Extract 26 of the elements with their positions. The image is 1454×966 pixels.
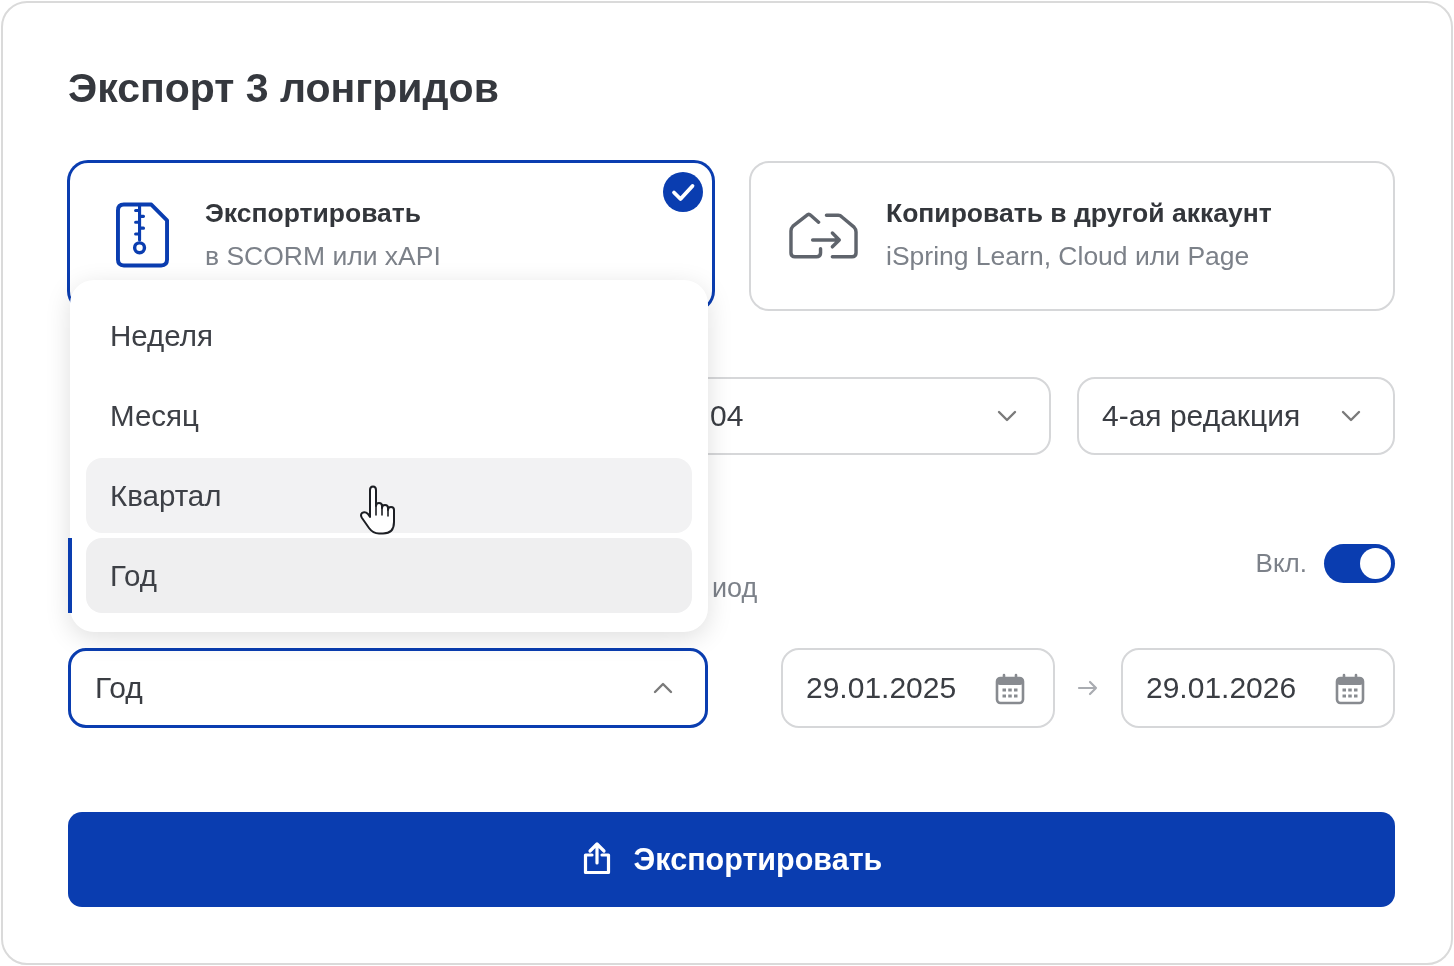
date-field[interactable]: 29.01.2026 <box>1121 648 1395 728</box>
hand-cursor-icon <box>358 485 398 535</box>
chevron-down-icon <box>1341 410 1361 422</box>
option-title: Экспортировать <box>205 198 422 228</box>
chevron-down-icon <box>997 410 1017 422</box>
dropdown-option[interactable]: Квартал <box>86 458 692 533</box>
export-option-card[interactable]: Копировать в другой аккаунт iSpring Learn, Cloud или Page <box>749 161 1395 311</box>
caption-text: иод <box>712 573 758 603</box>
dropdown-option[interactable]: Год <box>86 538 692 613</box>
zip-file-icon <box>115 201 169 268</box>
select-field[interactable]: 4-ая редакция <box>1077 377 1395 455</box>
arrow-right-icon <box>1077 680 1099 696</box>
check-circle-icon <box>663 172 703 212</box>
option-title: Копировать в другой аккаунт <box>886 198 1272 228</box>
dialog-title: Экспорт 3 лонгридов <box>68 65 499 111</box>
calendar-icon <box>995 673 1025 705</box>
chevron-up-icon <box>653 682 673 694</box>
transfer-icon <box>788 210 858 259</box>
toggle-switch[interactable] <box>1324 544 1395 583</box>
option-subtitle: в SCORM или xAPI <box>205 241 441 271</box>
export-button[interactable]: Экспортировать <box>68 812 1395 907</box>
toggle-label: Вкл. <box>1255 548 1307 579</box>
option-subtitle: iSpring Learn, Cloud или Page <box>886 241 1250 271</box>
calendar-icon <box>1335 673 1365 705</box>
date-field[interactable]: 29.01.2025 <box>781 648 1055 728</box>
period-select[interactable]: Год <box>68 648 708 728</box>
